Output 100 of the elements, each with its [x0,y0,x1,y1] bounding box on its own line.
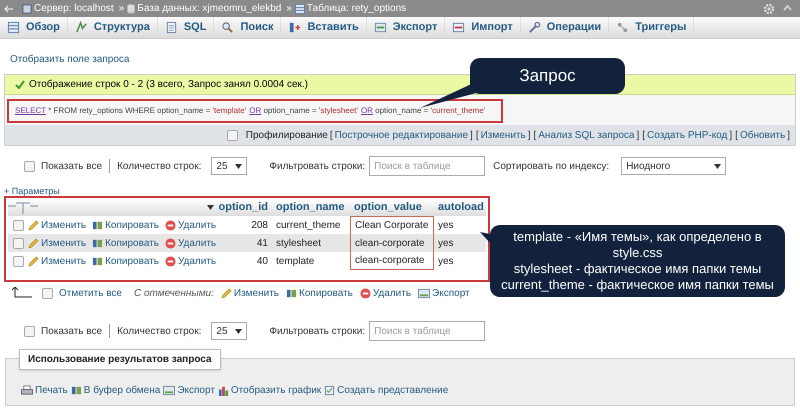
caret-icon [714,164,722,168]
settings-icon[interactable] [763,2,775,14]
bracket: ] [729,128,732,142]
wrench-icon [528,21,541,34]
pencil-icon [220,288,232,298]
checkbox[interactable] [24,326,35,336]
delete-icon [360,288,371,298]
column-resize-icon[interactable] [8,202,38,214]
row-action-link[interactable]: Удалить [164,218,216,232]
pencil-icon [28,238,39,248]
database-icon [127,4,136,14]
options-link[interactable]: + Параметры [4,186,60,196]
search-field[interactable]: Поиск в таблице [369,321,486,341]
caret-icon [235,328,242,334]
bracket: ] [470,128,473,142]
column-header[interactable]: option_id [220,199,272,216]
row-action-link[interactable]: Удалить [164,254,216,268]
bar-chart-icon [218,385,229,396]
callout-text: Запрос [518,65,577,87]
trigger-icon [616,21,630,34]
table-cell-text: stylesheet [275,236,322,250]
bulk-action-button[interactable]: Экспорт [418,286,470,300]
row-action-link[interactable]: Копировать [92,254,159,268]
checkbox[interactable] [24,160,35,172]
query-action-link[interactable]: Построчное редактирование [332,128,470,142]
breadcrumb-separator: » [118,2,124,16]
copy-icon [92,220,104,230]
row-checkbox[interactable] [12,256,24,266]
row-action-link[interactable]: Изменить [28,218,86,232]
results-action-link[interactable]: Печать [21,383,68,398]
results-action-link[interactable]: Отобразить график [218,383,322,398]
filter-rows-label: Фильтровать строки: [269,160,366,174]
export-icon [163,385,176,396]
rows-count-select[interactable]: 25 [211,157,248,175]
results-action-link[interactable]: В буфер обмена [70,383,160,398]
results-action-link[interactable]: Создать представление [324,383,448,398]
search-field[interactable]: Поиск в таблице [369,156,486,176]
nav-tab[interactable]: Экспорт [366,17,446,38]
structure-icon [74,21,88,34]
corner-arrow-icon [12,287,32,299]
results-action-link[interactable]: Экспорт [163,383,215,398]
bulk-action-button[interactable]: Удалить [360,286,412,300]
copy-icon [92,238,104,248]
table-cell-text: 41 [256,236,269,250]
row-action-link[interactable]: Копировать [92,218,159,232]
breadcrumb-link[interactable]: База данных: xjmeomru_elekbd [137,1,282,16]
sort-index-select[interactable]: Ниодного [621,157,726,175]
bracket: [ [642,128,646,142]
nav-tab[interactable]: Структура [68,17,158,38]
caret-icon [235,164,242,168]
bulk-action-button[interactable]: Изменить [220,286,280,300]
column-header[interactable]: option_name [272,199,350,216]
rows-count-select[interactable]: 25 [211,322,248,340]
sort-by-index-label: Сортировать по индексу: [493,160,610,174]
breadcrumb-link[interactable]: Сервер: localhost [34,1,114,16]
row-action-link[interactable]: Удалить [164,236,216,250]
nav-tab[interactable]: SQL [158,17,214,38]
import-icon [452,21,466,34]
pencil-icon [28,220,39,230]
check-all-link[interactable]: Отметить все [59,286,122,300]
nav-tab[interactable]: Вставить [281,17,367,38]
checkbox[interactable] [42,288,53,298]
row-checkbox[interactable] [12,220,24,230]
breadcrumb-separator: » [286,2,292,16]
rows-count-label: Количество строк: [117,324,202,338]
with-selected-label: С отмеченными: [134,286,214,300]
success-text: Отображение строк 0 - 2 (3 всего, Запрос занял 0.0004 сек.) [29,78,308,92]
row-action-link[interactable]: Копировать [92,236,159,250]
nav-tab[interactable]: Триггеры [609,17,694,38]
query-action-link[interactable]: Изменить [478,128,528,142]
column-header[interactable]: autoload [434,199,486,216]
row-checkbox[interactable] [12,238,24,248]
nav-tab[interactable]: Поиск [214,17,282,38]
query-action-link[interactable]: Обновить [738,128,788,142]
query-action-link[interactable]: Анализ SQL запроса [536,128,636,142]
query-action-link[interactable]: Создать PHP-код [645,128,730,142]
document-icon [164,21,178,34]
table-cell-text: 208 [250,218,269,232]
table-cell-text: 40 [256,254,269,268]
copy-icon [286,288,298,298]
checkbox[interactable] [226,130,238,140]
bulk-action-button[interactable]: Копировать [286,286,353,300]
callout-text: stylesheet - фактическое имя папки темы [512,261,762,277]
sort-caret-icon[interactable] [207,205,214,210]
table-icon [294,4,305,14]
table-cell-text: template [275,254,316,268]
bracket: ] [636,128,640,142]
table-cell-text: yes [437,254,455,268]
back-arrow-icon[interactable] [4,4,14,12]
column-header[interactable]: option_value [350,199,434,216]
row-action-link[interactable]: Изменить [28,254,86,268]
breadcrumb-link[interactable]: Таблица: rety_options [306,1,406,16]
show-query-link[interactable]: Отобразить поле запроса [10,53,130,67]
row-action-link[interactable]: Изменить [28,236,86,250]
callout-text: current_theme - фактическое имя папки темы [500,277,775,293]
nav-tab[interactable]: Импорт [445,17,521,38]
bracket: [ [476,128,479,142]
table-cell-text: current_theme [275,218,342,232]
nav-tab[interactable]: Обзор [0,17,68,38]
nav-tab[interactable]: Операции [520,17,610,38]
